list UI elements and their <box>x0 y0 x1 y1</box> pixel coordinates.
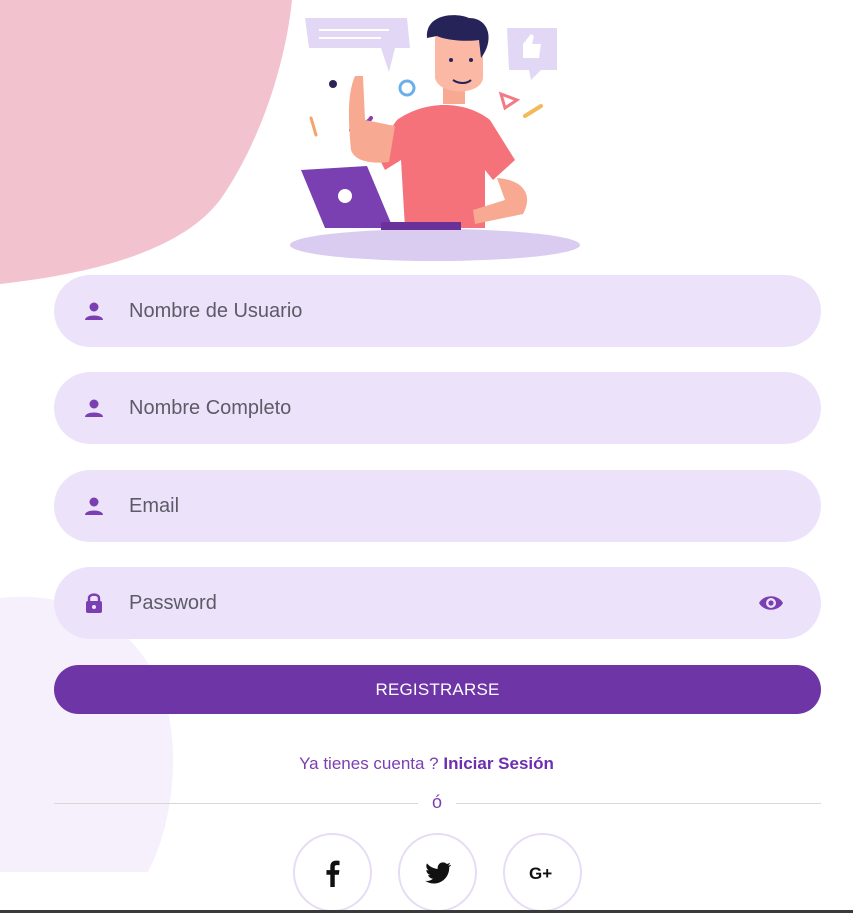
divider-left <box>54 803 418 804</box>
person-icon <box>82 396 106 420</box>
hero-illustration <box>290 15 580 261</box>
svg-text:G+: G+ <box>529 864 552 883</box>
person-icon <box>82 494 106 518</box>
email-field[interactable] <box>54 470 821 542</box>
login-link[interactable]: Iniciar Sesión <box>443 754 554 773</box>
username-field[interactable] <box>54 275 821 347</box>
lock-icon <box>82 591 106 615</box>
username-input[interactable] <box>129 275 751 347</box>
login-prompt: Ya tienes cuenta ? Iniciar Sesión <box>0 754 853 774</box>
divider-or: ó <box>431 792 442 812</box>
password-field[interactable] <box>54 567 821 639</box>
google-plus-icon: G+ <box>529 864 552 883</box>
twitter-icon <box>424 861 451 884</box>
facebook-button[interactable] <box>293 833 372 912</box>
email-input[interactable] <box>129 470 751 542</box>
fullname-input[interactable] <box>129 372 751 444</box>
person-icon <box>82 299 106 323</box>
password-input[interactable] <box>129 567 751 639</box>
fullname-field[interactable] <box>54 372 821 444</box>
facebook-icon <box>325 860 340 887</box>
decorative-pink-blob <box>0 0 292 284</box>
login-prompt-text: Ya tienes cuenta ? <box>299 754 444 773</box>
twitter-button[interactable] <box>398 833 477 912</box>
google-plus-button[interactable]: G+ <box>503 833 582 912</box>
register-button[interactable]: REGISTRARSE <box>54 665 821 714</box>
eye-icon[interactable] <box>757 589 785 617</box>
divider-right <box>456 803 821 804</box>
